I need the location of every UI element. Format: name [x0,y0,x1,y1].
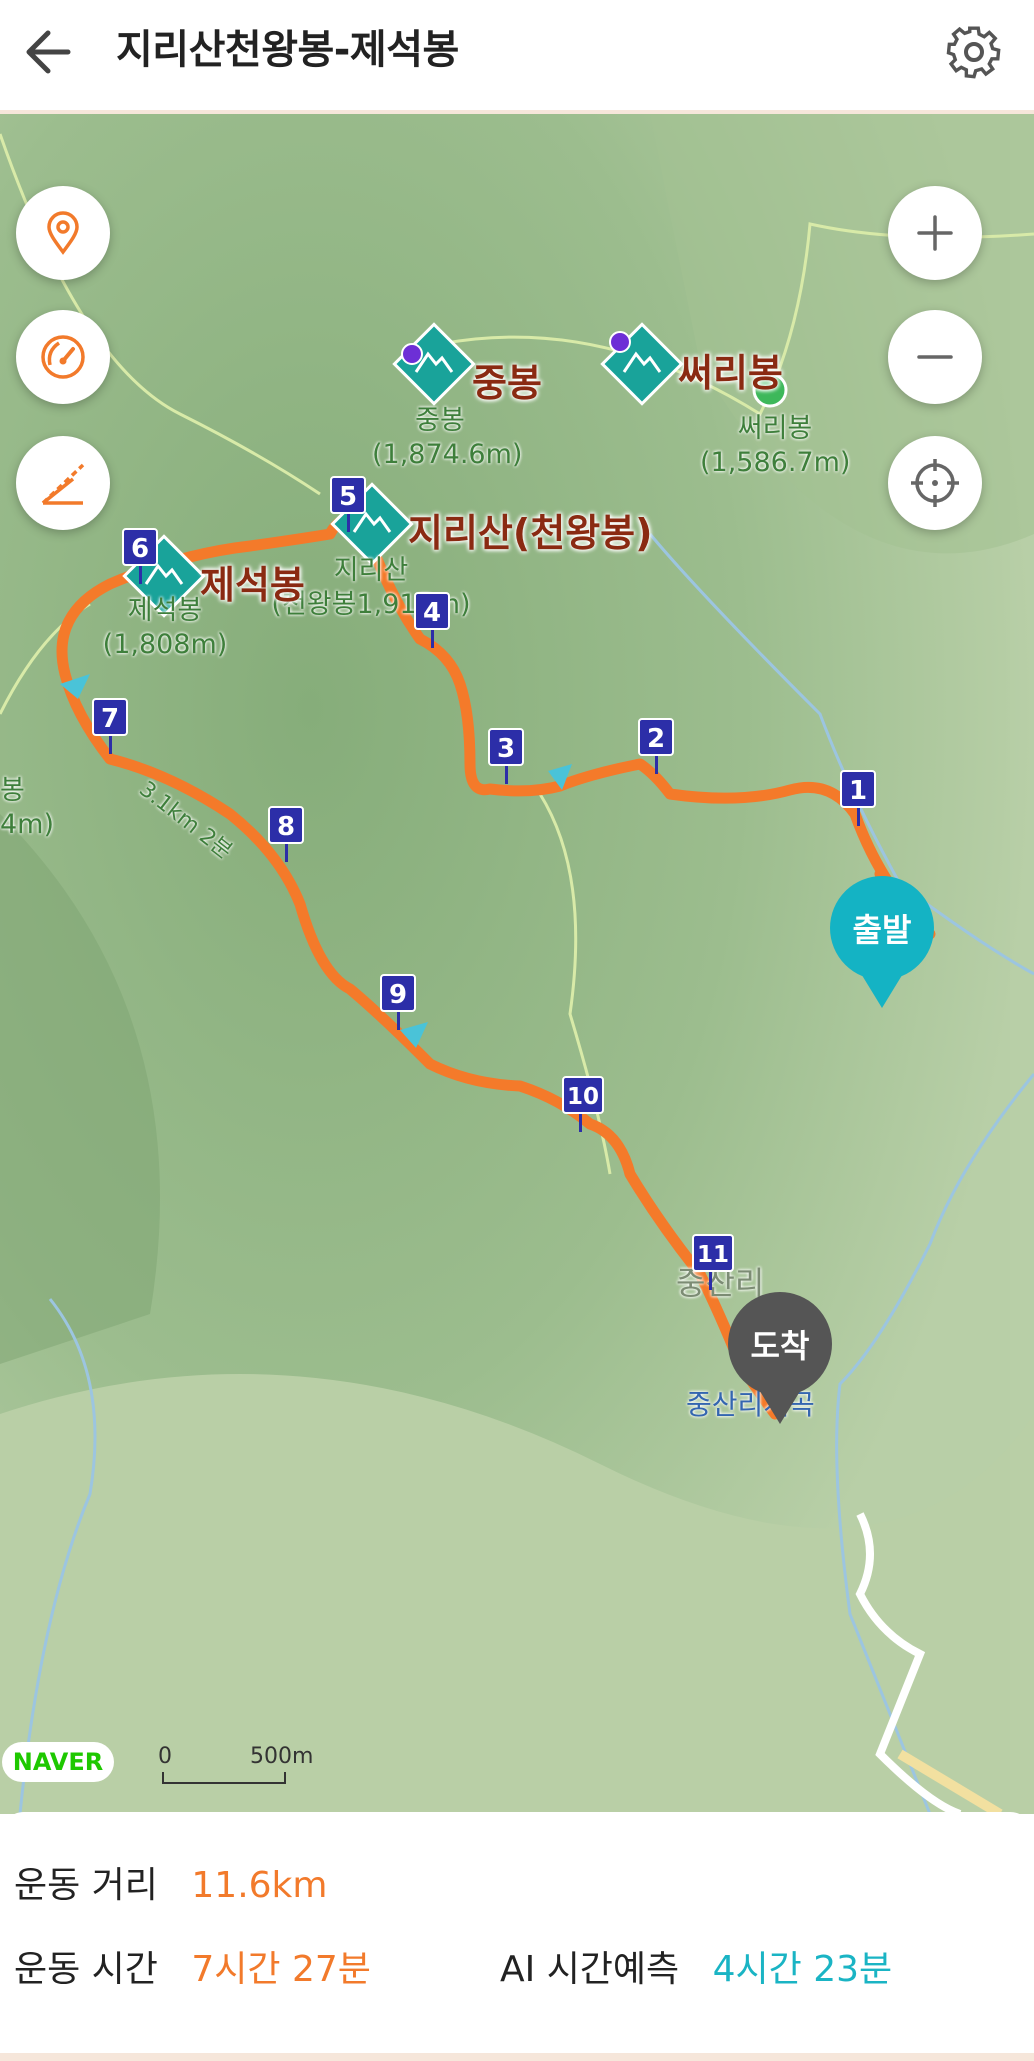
arrow-left-icon [26,30,71,74]
naver-logo: NAVER [2,1742,114,1782]
waypoint-7[interactable]: 7 [92,698,128,754]
edge-peak-label: 봉 4m) [0,775,55,840]
waypoint-11[interactable]: 11 [692,1234,734,1290]
slope-icon [41,463,85,505]
waypoint-3[interactable]: 3 [488,728,524,784]
peak-label-sseoribong[interactable]: 써리봉 [678,342,783,397]
waypoint-2[interactable]: 2 [638,718,674,774]
waypoint-5[interactable]: 5 [330,476,366,532]
bottom-strip [0,2053,1034,2061]
distance-label: 운동 거리 [14,1865,158,1906]
peak-sub-jeseokbong: 제석봉 (1,808m) [102,595,228,660]
time-row: 운동 시간 7시간 27분 [14,1946,371,1994]
ai-row: AI 시간예측 4시간 23분 [500,1946,892,1994]
my-location-button[interactable] [16,186,110,280]
gear-icon [946,26,1001,79]
waypoint-8[interactable]: 8 [268,806,304,862]
peak-label-jungbong[interactable]: 중봉 [472,352,542,407]
zoom-in-icon [917,215,953,251]
distance-value: 11.6km [191,1865,328,1906]
speedometer-icon [41,335,85,379]
peak-label-cheonwangbong[interactable]: 지리산(천왕봉) [408,502,653,557]
recenter-button[interactable] [888,436,982,530]
stats-panel: 운동 거리 11.6km 운동 시간 7시간 27분 AI 시간예측 4시간 2… [0,1812,1034,2061]
time-value: 7시간 27분 [191,1949,371,1990]
page-title: 지리산천왕봉-제석봉 [116,27,459,73]
waypoint-9[interactable]: 9 [380,974,416,1030]
waypoint-1[interactable]: 1 [840,770,876,826]
ai-label: AI 시간예측 [500,1949,680,1990]
app-header: 지리산천왕봉-제석봉 [0,0,1034,114]
peak-sub-jungbong: 중봉 (1,874.6m) [372,405,523,470]
ai-value: 4시간 23분 [712,1949,893,1990]
distance-row: 운동 거리 11.6km [14,1862,327,1910]
settings-button[interactable] [940,18,1008,86]
zoom-out-button[interactable] [888,310,982,404]
map-view[interactable]: 중봉 중봉 (1,874.6m) 써리봉 써리봉 (1,586.7m) 지리산(천왕… [0,114,1034,1814]
scale-bar: 0 500m [158,1744,318,1792]
location-pin-icon [47,211,79,255]
zoom-out-icon [917,355,953,359]
back-button[interactable] [18,20,82,84]
time-label: 운동 시간 [14,1949,158,1990]
waypoint-4[interactable]: 4 [414,592,450,648]
waypoint-10[interactable]: 10 [562,1076,604,1132]
start-pin[interactable]: 출발 [830,876,934,1008]
crosshair-icon [911,459,959,507]
peak-sub-sseoribong: 써리봉 (1,586.7m) [700,413,851,478]
zoom-in-button[interactable] [888,186,982,280]
end-pin[interactable]: 도착 [728,1292,832,1424]
waypoint-6[interactable]: 6 [122,528,158,584]
slope-button[interactable] [16,436,110,530]
speed-button[interactable] [16,310,110,404]
